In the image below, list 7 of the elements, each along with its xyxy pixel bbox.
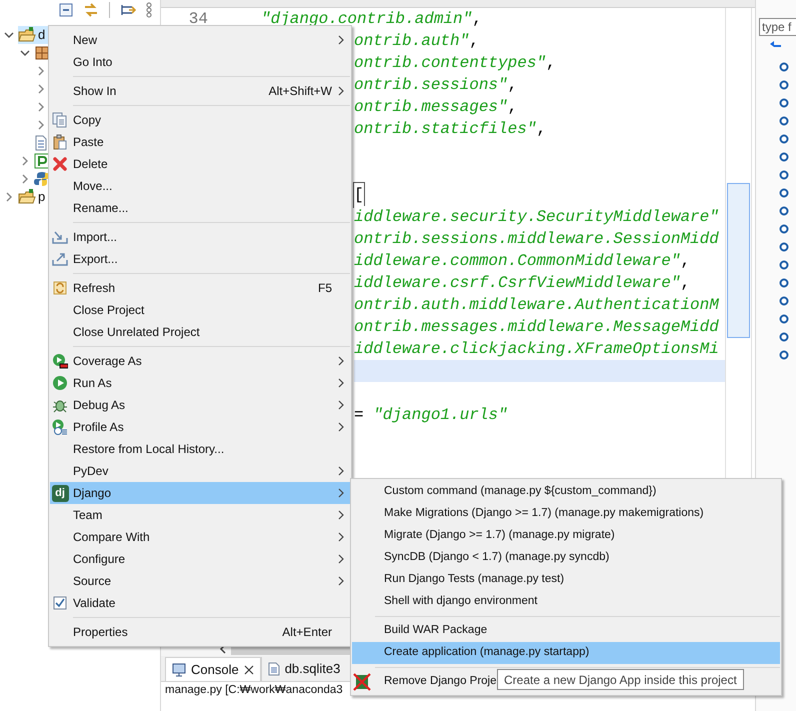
shortcut-label: Alt+Shift+W xyxy=(268,83,332,100)
django-logo-icon: dj xyxy=(52,484,68,502)
tooltip: Create a new Django App inside this project xyxy=(497,669,744,690)
console-path-text: manage.py [C:₩work₩anaconda3 xyxy=(165,683,343,698)
line-number: 34 xyxy=(188,9,208,30)
shortcut-label: F5 xyxy=(318,280,332,297)
shortcut-label: Alt+Enter xyxy=(282,624,332,641)
